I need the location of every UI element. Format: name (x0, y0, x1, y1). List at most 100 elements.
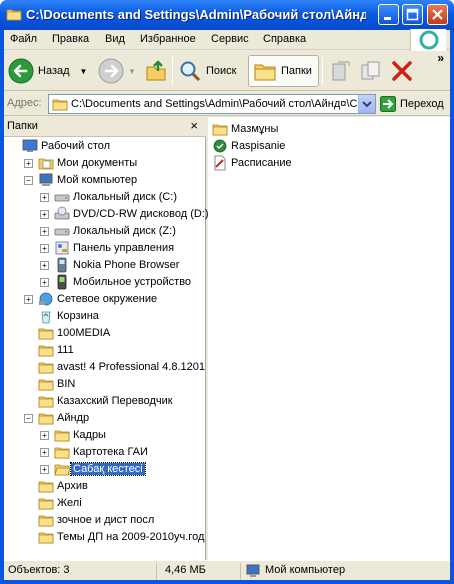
back-button[interactable]: Назад ▼ (8, 55, 87, 87)
tree-item[interactable]: + Картотека ГАИ (4, 444, 204, 461)
window-frame-left (0, 30, 4, 584)
address-field[interactable]: C:\Documents and Settings\Admin\Рабочий … (48, 94, 376, 114)
folder-icon (38, 393, 54, 409)
tree-item[interactable]: + Мои документы (4, 155, 204, 172)
window-frame-right (450, 30, 454, 584)
title-bar[interactable]: C:\Documents and Settings\Admin\Рабочий … (0, 0, 454, 30)
expand-icon[interactable]: + (40, 210, 49, 219)
tree-item[interactable]: + Сетевое окружение (4, 291, 204, 308)
tree-item-label: Архив (57, 480, 88, 492)
tree-item[interactable]: Корзина (4, 308, 204, 325)
tree-item[interactable]: Темы ДП на 2009-2010уч.год (4, 529, 204, 546)
tree-item[interactable]: − Айндр (4, 410, 204, 427)
folder-icon (38, 495, 54, 511)
tree-item[interactable]: + Мобильное устройство (4, 274, 204, 291)
status-size: 4,46 МБ (165, 564, 206, 576)
forward-arrow-icon (98, 58, 124, 84)
tree-item[interactable]: 111 (4, 342, 204, 359)
tree-item-label: Айндр (57, 412, 90, 424)
move-to-button[interactable] (330, 55, 352, 87)
menu-file[interactable]: Файл (10, 33, 37, 45)
status-bar: Объектов: 3 4,46 МБ Мой компьютер (4, 560, 450, 580)
expand-icon[interactable]: + (40, 227, 49, 236)
program-icon (212, 138, 228, 154)
tree-item-label: Локальный диск (Z:) (73, 225, 176, 237)
copy-to-button[interactable] (360, 55, 382, 87)
folders-button[interactable]: Папки (248, 55, 319, 87)
folder-icon (6, 9, 22, 21)
tree-item[interactable]: − Мой компьютер (4, 172, 204, 189)
move-to-icon (332, 61, 350, 81)
collapse-icon[interactable]: − (24, 176, 33, 185)
tree-item[interactable]: Желі (4, 495, 204, 512)
tree-item-label: Темы ДП на 2009-2010уч.год (57, 531, 205, 543)
expand-icon[interactable]: + (40, 465, 49, 474)
delete-button[interactable] (390, 55, 414, 87)
expand-icon[interactable]: + (40, 278, 49, 287)
tree-item[interactable]: BIN (4, 376, 204, 393)
tree-item[interactable]: Казахский Переводчик (4, 393, 204, 410)
tree-item[interactable]: 100MEDIA (4, 325, 204, 342)
tree-item-label: Кадры (73, 429, 106, 441)
tree-item[interactable]: + Кадры (4, 427, 204, 444)
expand-icon[interactable]: + (24, 295, 33, 304)
folders-pane: Папки × Рабочий стол + Мои документы − Мой к… (4, 117, 209, 560)
expand-icon[interactable]: + (40, 431, 49, 440)
tree-item[interactable]: + Сабақ кестесі (4, 461, 204, 478)
tree-item-label: Картотека ГАИ (73, 446, 148, 458)
phone-icon (54, 257, 70, 273)
forward-dropdown-icon[interactable]: ▼ (128, 67, 136, 76)
tree-item[interactable]: avast! 4 Professional 4.8.1201 (4, 359, 205, 376)
tree-item[interactable]: Рабочий стол (4, 138, 204, 155)
close-pane-icon[interactable]: × (190, 118, 198, 133)
folder-icon (38, 325, 54, 341)
toolbar-separator (322, 57, 323, 85)
folder-icon (38, 512, 54, 528)
up-folder-button[interactable] (144, 55, 168, 87)
folder-icon (38, 529, 54, 545)
tree-item[interactable]: + Локальный диск (C:) (4, 189, 204, 206)
status-location: Мой компьютер (265, 564, 346, 576)
folders-pane-title: Папки (7, 120, 38, 132)
forward-button[interactable]: ▼ (98, 55, 136, 87)
maximize-button[interactable] (402, 4, 423, 25)
tree-item[interactable]: Архив (4, 478, 204, 495)
mobile-device-icon (54, 274, 70, 290)
folders-icon (254, 64, 276, 81)
search-label: Поиск (206, 65, 237, 77)
tree-item[interactable]: + DVD/CD-RW дисковод (D:) (4, 206, 209, 223)
close-icon (432, 9, 443, 20)
expand-icon[interactable]: + (40, 193, 49, 202)
menu-favorites[interactable]: Избранное (140, 33, 196, 45)
minimize-button[interactable] (378, 4, 399, 25)
tree-item-label: Панель управления (73, 242, 175, 254)
address-dropdown-button[interactable] (358, 95, 375, 113)
collapse-icon[interactable]: − (24, 414, 33, 423)
menu-help[interactable]: Справка (263, 33, 306, 45)
toolbar-overflow-icon[interactable]: » (437, 51, 444, 65)
tree-item[interactable]: зочное и дист посл (4, 512, 204, 529)
tree-item-label: avast! 4 Professional 4.8.1201 (57, 361, 205, 373)
tree-item[interactable]: + Локальный диск (Z:) (4, 223, 204, 240)
menu-view[interactable]: Вид (105, 33, 125, 45)
dvd-drive-icon (54, 206, 70, 222)
menu-tools[interactable]: Сервис (211, 33, 249, 45)
expand-icon[interactable]: + (24, 159, 33, 168)
expand-icon[interactable]: + (40, 261, 49, 270)
tree-item[interactable]: + Nokia Phone Browser (4, 257, 204, 274)
file-list: Мазмұны Raspisanie Расписание (208, 117, 450, 560)
tree-item[interactable]: + Панель управления (4, 240, 204, 257)
menu-edit[interactable]: Правка (52, 33, 89, 45)
search-button[interactable]: Поиск (178, 55, 236, 87)
status-location-cell: Мой компьютер (240, 563, 450, 580)
back-dropdown-icon[interactable]: ▼ (80, 67, 88, 76)
close-button[interactable] (427, 4, 448, 25)
window-client: Файл Правка Вид Избранное Сервис Справка… (4, 29, 450, 580)
go-button[interactable]: Переход (380, 95, 444, 113)
expand-icon[interactable]: + (40, 448, 49, 457)
folder-icon (212, 121, 228, 137)
search-icon (180, 61, 201, 82)
go-arrow-icon (380, 96, 396, 112)
expand-icon[interactable]: + (40, 244, 49, 253)
maximize-icon (406, 8, 419, 21)
